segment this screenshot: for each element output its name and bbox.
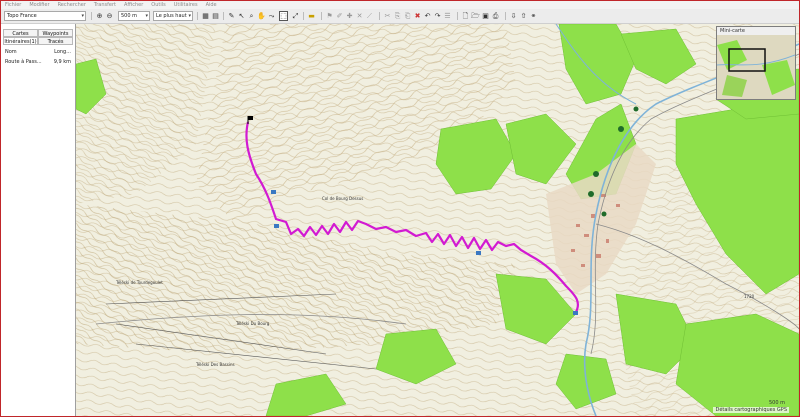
print-icon[interactable]: ⎙ — [491, 11, 500, 21]
cut-icon[interactable]: ✂ — [383, 11, 392, 21]
zoom-out-icon[interactable]: ⊖ — [105, 11, 114, 21]
minimap[interactable]: Mini-carte — [716, 26, 796, 100]
chevron-down-icon: ▾ — [188, 13, 191, 19]
tab-waypoints[interactable]: Waypoints — [38, 29, 73, 37]
detail-select[interactable]: Le plus haut ▾ — [153, 11, 193, 21]
column-name-header[interactable]: Nom — [5, 49, 17, 55]
scale-bar: 500 m — [769, 400, 785, 406]
product-select[interactable]: Topo France ▾ — [4, 11, 86, 21]
open-icon[interactable]: 🗁 — [471, 11, 480, 21]
route-name: Route à Pass... — [5, 59, 42, 65]
selection-tool-icon[interactable]: ⬚ — [279, 11, 288, 21]
product-select-value: Topo France — [7, 13, 37, 19]
parking-icon — [573, 311, 578, 315]
send-to-device-icon[interactable]: ⇧ — [519, 11, 528, 21]
insert-icon[interactable]: ✚ — [345, 11, 354, 21]
chevron-down-icon: ▾ — [145, 13, 148, 19]
chevron-down-icon: ▾ — [81, 13, 84, 19]
place-label: Col de Bourg Dessus — [322, 196, 364, 201]
map-credit: Détails cartographiques GPS — [713, 407, 789, 413]
list-header[interactable]: Nom Long... — [5, 49, 71, 56]
menu-bar: Fichier Modifier Rechercher Transfert Af… — [1, 1, 799, 9]
tab-maps[interactable]: Cartes — [3, 29, 38, 37]
list-item[interactable]: Route à Pass... 9,9 km — [5, 59, 71, 66]
zoom-in-icon[interactable]: ⊕ — [95, 11, 104, 21]
select-arrow-icon[interactable]: ↖ — [237, 11, 246, 21]
place-label: Téléski Du Bourg — [236, 321, 270, 326]
app-window: Fichier Modifier Rechercher Transfert Af… — [0, 0, 800, 417]
place-label: Téléski Des Bassins — [196, 362, 235, 367]
waypoint-icon[interactable]: ⚑ — [325, 11, 334, 21]
redo-icon[interactable]: ↷ — [433, 11, 442, 21]
ruler-icon[interactable]: ▬ — [307, 11, 316, 21]
parking-icon — [274, 224, 279, 228]
topo-map — [76, 24, 799, 416]
delete-icon[interactable]: ✖ — [413, 11, 422, 21]
save-icon[interactable]: ▣ — [481, 11, 490, 21]
menu-view[interactable]: Afficher — [120, 1, 147, 9]
new-icon[interactable]: 🗋 — [461, 11, 470, 21]
copy-icon[interactable]: ⎘ — [393, 11, 402, 21]
route-icon[interactable]: ⤳ — [267, 11, 276, 21]
left-panel: Cartes Waypoints Itinéraires(1) Tracés N… — [1, 24, 76, 416]
divide-icon[interactable]: ⟋ — [365, 11, 374, 21]
menu-file[interactable]: Fichier — [1, 1, 25, 9]
scale-value: 500 m — [768, 400, 785, 406]
binoculars-icon[interactable]: ⚭ — [529, 11, 538, 21]
tab-tracks[interactable]: Tracés — [38, 37, 73, 45]
edit-route-icon[interactable]: ✐ — [335, 11, 344, 21]
zoom-select-value: 500 m — [121, 13, 138, 19]
magnifier-icon[interactable]: ⌕ — [247, 11, 256, 21]
menu-search[interactable]: Rechercher — [54, 1, 90, 9]
tab-routes[interactable]: Itinéraires(1) — [3, 37, 38, 45]
properties-icon[interactable]: ☰ — [443, 11, 452, 21]
map-icon[interactable]: ▦ — [201, 11, 210, 21]
menu-help[interactable]: Aide — [202, 1, 221, 9]
pencil-icon[interactable]: ✎ — [227, 11, 236, 21]
route-length: 9,9 km — [53, 59, 71, 65]
menu-utilities[interactable]: Utilitaires — [170, 1, 202, 9]
column-length-header[interactable]: Long... — [54, 49, 71, 56]
menu-tools[interactable]: Outils — [147, 1, 169, 9]
detail-select-value: Le plus haut — [156, 13, 187, 19]
minimap-title: Mini-carte — [717, 27, 795, 35]
menu-edit[interactable]: Modifier — [25, 1, 53, 9]
pan-hand-icon[interactable]: ✋ — [257, 11, 266, 21]
map-canvas[interactable]: Col de Bourg Dessus Téléski de Tourdegou… — [76, 24, 799, 416]
undo-icon[interactable]: ↶ — [423, 11, 432, 21]
paste-icon[interactable]: ⎗ — [403, 11, 412, 21]
parking-icon — [271, 190, 276, 194]
receive-from-device-icon[interactable]: ⇩ — [509, 11, 518, 21]
distance-icon[interactable]: ⤢ — [291, 11, 300, 21]
toolbar: Topo France ▾ ⊕ ⊖ 500 m ▾ Le plus haut ▾… — [1, 9, 799, 24]
parking-icon — [476, 251, 481, 255]
menu-transfer[interactable]: Transfert — [90, 1, 120, 9]
elevation-label: 1720 — [744, 294, 755, 299]
zoom-select[interactable]: 500 m ▾ — [118, 11, 150, 21]
place-label: Téléski de Tourdegoulet — [116, 280, 163, 285]
delete-point-icon[interactable]: ✕ — [355, 11, 364, 21]
minimap-view — [717, 35, 795, 99]
layers-icon[interactable]: ▤ — [211, 11, 220, 21]
